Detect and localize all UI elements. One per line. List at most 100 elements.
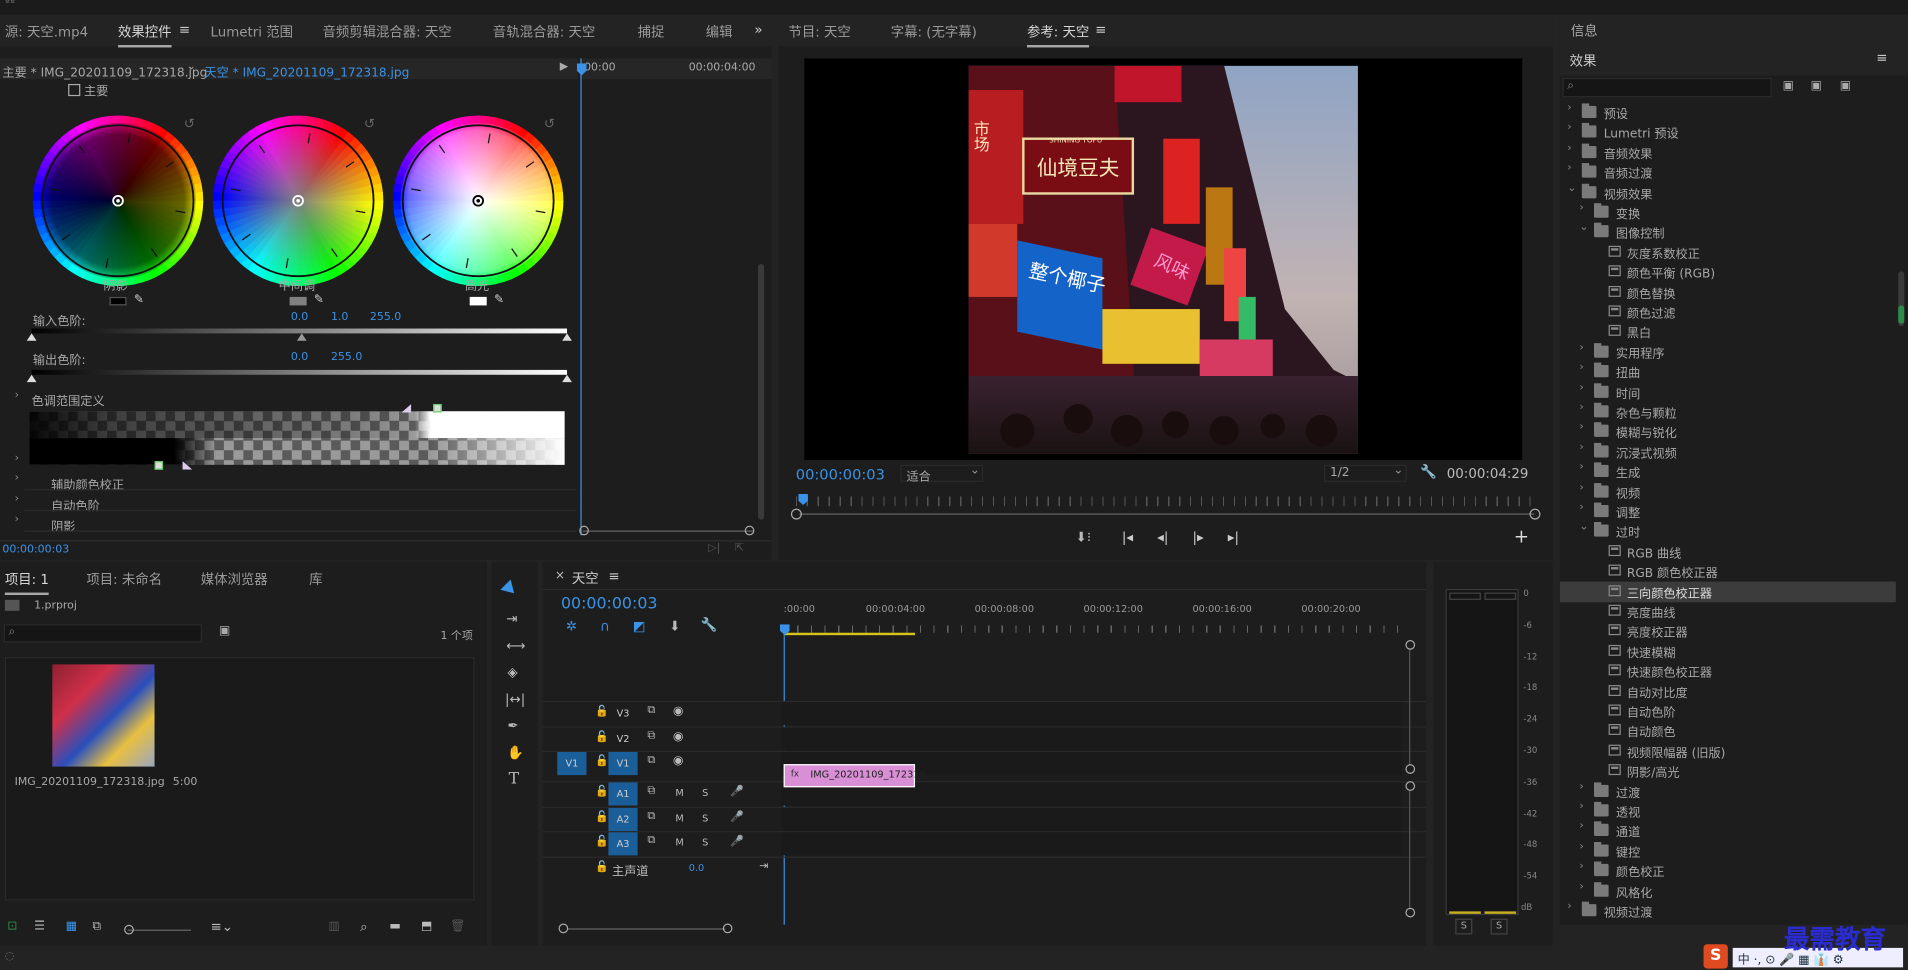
lock-icon[interactable]: 🔓 — [595, 836, 609, 848]
program-timecode[interactable]: 00:00:00:03 — [796, 466, 885, 483]
ec-zoom-handle[interactable] — [579, 525, 589, 536]
project-search-input[interactable]: ⌕ — [3, 624, 202, 643]
input-gamma-handle[interactable] — [296, 333, 307, 341]
new-item-icon[interactable]: ⬒ — [421, 920, 433, 933]
chevron-right-icon[interactable]: › — [1579, 481, 1583, 493]
track-lane[interactable] — [781, 807, 1402, 831]
slip-tool-icon[interactable]: |↔| — [505, 691, 525, 707]
input-level-black[interactable]: 0.0 — [291, 312, 308, 324]
chevron-right-icon[interactable]: › — [1579, 801, 1583, 813]
tab-lumetri-scopes[interactable]: Lumetri 范围 — [211, 22, 293, 41]
eyedropper-icon[interactable]: ✎ — [314, 293, 324, 306]
solo-left-button[interactable]: S — [1455, 918, 1473, 935]
hscroll-handle[interactable] — [722, 923, 733, 934]
effects-tree-item[interactable]: › 调整 — [1560, 501, 1896, 522]
sync-lock-icon[interactable]: ⧉ — [647, 785, 655, 797]
vscroll-handle[interactable] — [1405, 640, 1416, 650]
tab-project-1[interactable]: 项目: 1 — [4, 569, 50, 596]
tab-audio-clip-mixer[interactable]: 音频剪辑混合器: 天空 — [322, 22, 451, 41]
program-ruler[interactable] — [795, 496, 1541, 507]
effects-tree-item[interactable]: › 变换 — [1560, 202, 1896, 223]
selection-tool-icon[interactable] — [500, 579, 520, 599]
sort-icon[interactable]: ≡⌄ — [211, 919, 233, 935]
track-select-tool-icon[interactable]: ⇥ — [506, 611, 517, 627]
program-zoom-handle[interactable] — [790, 508, 802, 520]
effects-tree-item[interactable]: › 预设 — [1560, 102, 1896, 123]
effects-tree-item[interactable]: 视频限幅器 (旧版) — [1560, 741, 1896, 762]
eyedropper-icon[interactable]: ✎ — [134, 293, 144, 306]
input-level-white[interactable]: 255.0 — [370, 312, 401, 324]
icon-view-icon[interactable]: ▦ — [66, 920, 78, 933]
freeform-view-icon[interactable]: ⧉ — [92, 920, 101, 933]
pen-tool-icon[interactable]: ✒ — [507, 718, 518, 734]
lock-icon[interactable]: 🔓 — [595, 786, 609, 798]
track-target-label[interactable]: A1 — [608, 782, 638, 806]
meter-peak-left[interactable] — [1449, 592, 1481, 600]
effects-tree-item[interactable]: ⌄ 过时 — [1560, 521, 1896, 542]
chevron-right-icon[interactable]: › — [1579, 781, 1583, 793]
chevron-right-icon[interactable]: › — [15, 513, 19, 525]
effects-tree-item[interactable]: ⌄ 视频效果 — [1560, 182, 1896, 203]
ec-scrollbar[interactable] — [758, 264, 765, 520]
solo-right-button[interactable]: S — [1490, 918, 1508, 935]
eye-icon[interactable]: ◉ — [673, 705, 684, 718]
chevron-right-icon[interactable]: › — [1579, 461, 1583, 473]
solo-button[interactable]: S — [702, 837, 708, 848]
timeline-clip[interactable]: fx IMG_20201109_172318. — [783, 764, 929, 788]
snap-icon[interactable]: ∩ — [600, 618, 610, 634]
lock-icon[interactable]: 🔓 — [595, 811, 609, 823]
video-canvas[interactable]: 仙境豆夫 SHINING TOFU 整个椰子 市场 风味 — [804, 58, 1523, 460]
sync-lock-icon[interactable]: ⧉ — [647, 835, 655, 847]
source-patch-v1[interactable]: V1 — [557, 751, 587, 776]
nest-toggle-icon[interactable]: ✲ — [566, 618, 577, 634]
effects-tree-item[interactable]: › 风格化 — [1560, 880, 1896, 901]
shadow-swatch[interactable] — [109, 296, 127, 306]
hand-tool-icon[interactable]: ✋ — [507, 745, 524, 761]
color-wheel[interactable]: ↺ — [393, 115, 564, 286]
eye-icon[interactable]: ◉ — [673, 729, 684, 742]
tab-project-untitled[interactable]: 项目: 未命名 — [86, 569, 162, 588]
master-volume[interactable]: 0.0 — [689, 863, 704, 874]
meter-peak-right[interactable] — [1484, 592, 1517, 600]
timeline-settings-icon[interactable]: 🔧 — [701, 617, 718, 633]
timeline-timecode[interactable]: 00:00:00:03 — [561, 595, 658, 613]
tab-capture[interactable]: 捕捉 — [638, 22, 665, 41]
chevron-right-icon[interactable]: › — [1567, 162, 1571, 174]
sequence-clip-label[interactable]: 天空 * IMG_20201109_172318.jpg — [204, 62, 409, 80]
chevron-down-icon[interactable]: ⌄ — [1579, 222, 1588, 234]
vscroll-handle[interactable] — [1405, 781, 1416, 791]
ime-logo[interactable]: S — [1703, 944, 1728, 969]
ec-playhead[interactable] — [580, 58, 582, 536]
export-icon[interactable]: ⇱ — [735, 543, 744, 555]
chevron-right-icon[interactable]: › — [1579, 202, 1583, 214]
effects-tree-item[interactable]: ⌄ 图像控制 — [1560, 222, 1896, 243]
mute-button[interactable]: M — [675, 787, 683, 798]
resolution-dropdown[interactable]: 1/2 ⌄ — [1323, 464, 1407, 482]
effects-tree-item[interactable]: 颜色过滤 — [1560, 302, 1896, 323]
lock-icon[interactable]: 🔓 — [595, 861, 609, 873]
effects-tree-item[interactable]: › 杂色与颗粒 — [1560, 402, 1896, 423]
timeline-hscroll[interactable] — [567, 928, 726, 930]
reset-icon[interactable]: ↺ — [544, 117, 555, 132]
effects-tree-item[interactable]: 黑白 — [1560, 322, 1896, 343]
vscroll-handle[interactable] — [1405, 764, 1416, 774]
track-lane[interactable] — [781, 832, 1402, 856]
tab-effect-controls[interactable]: 效果控件 — [118, 22, 172, 48]
tab-menu-icon[interactable]: ≡ — [1095, 22, 1106, 38]
effects-tree-item[interactable]: › 模糊与锐化 — [1560, 421, 1896, 442]
tonal-handle[interactable] — [154, 461, 164, 470]
tab-media-browser[interactable]: 媒体浏览器 — [201, 569, 268, 588]
track-target-label[interactable]: V1 — [608, 751, 638, 776]
sequence-title[interactable]: 天空 — [572, 568, 599, 587]
chevron-down-icon[interactable]: ⌄ — [1567, 182, 1576, 194]
master-clip-label[interactable]: 主要 * IMG_20201109_172318.jpg — [2, 62, 207, 80]
chevron-right-icon[interactable]: › — [15, 472, 19, 484]
lock-icon[interactable]: 🔓 — [595, 756, 609, 768]
tab-source[interactable]: 源: 天空.mp4 — [5, 22, 88, 41]
tab-audio-track-mixer[interactable]: 音轨混合器: 天空 — [493, 22, 595, 41]
find-icon[interactable]: ⌕ — [360, 919, 368, 936]
play-only-icon[interactable]: ▶ — [560, 61, 568, 73]
effects-tree-item[interactable]: › 视频过渡 — [1560, 900, 1896, 921]
new-bin-icon[interactable]: ▬ — [389, 920, 401, 933]
lock-icon[interactable]: 🔓 — [595, 731, 609, 743]
